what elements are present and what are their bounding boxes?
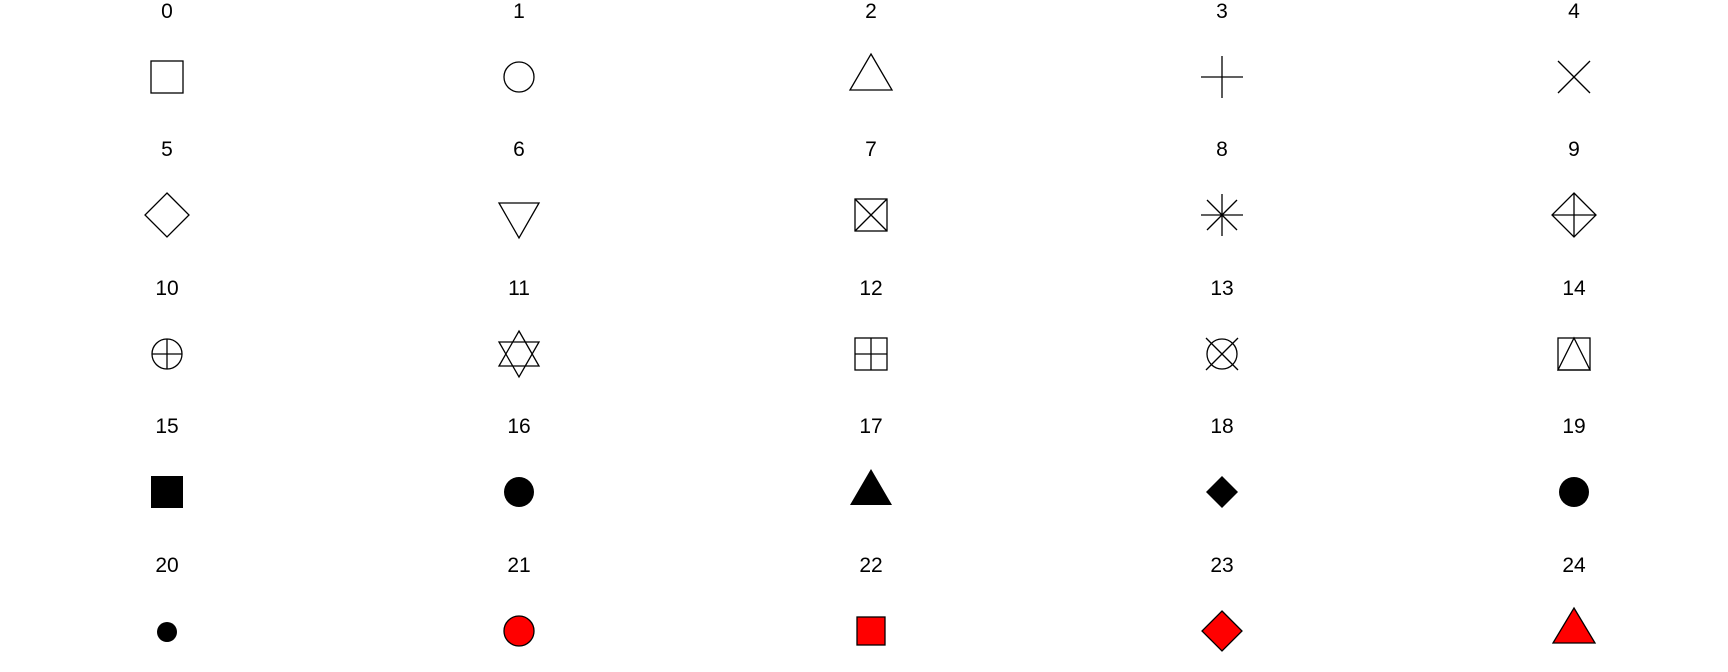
- symbol-cell: 7: [771, 138, 971, 248]
- symbol-cell: 24: [1474, 554, 1674, 664]
- symbol-number-label: 12: [859, 277, 883, 300]
- filled-triangle-up-icon: [850, 469, 892, 505]
- filled-square-icon: [151, 476, 183, 508]
- symbol-number-label: 20: [155, 554, 179, 577]
- symbol-cell: 21: [419, 554, 619, 664]
- symbol-cell: 17: [771, 415, 971, 525]
- symbol-cell: 18: [1122, 415, 1322, 525]
- symbol-number-label: 17: [859, 415, 883, 438]
- open-square-icon: [150, 60, 184, 94]
- square-triangle-icon: [1556, 336, 1592, 371]
- circle-cross-icon: [1205, 337, 1239, 371]
- symbol-cell: 4: [1474, 0, 1674, 110]
- filled-triangle-red-icon: [1551, 606, 1597, 644]
- diamond-plus-icon: [1551, 192, 1597, 238]
- filled-square-red-icon: [856, 616, 886, 646]
- symbol-number-label: 3: [1216, 0, 1228, 23]
- symbol-cell: 0: [67, 0, 267, 110]
- open-diamond-icon: [144, 192, 190, 238]
- symbol-cell: 22: [771, 554, 971, 664]
- square-cross-icon: [854, 198, 888, 232]
- symbol-number-label: 9: [1568, 138, 1580, 161]
- symbol-number-label: 11: [508, 277, 530, 300]
- symbol-number-label: 2: [865, 0, 877, 23]
- open-triangle-up-icon: [848, 52, 894, 91]
- symbol-cell: 23: [1122, 554, 1322, 664]
- symbol-grid: 0 1 2 3 4 5 6 7 8 9 10 11 12 13 14 15 16 17 18 19 20 21 22 23 24: [0, 0, 1728, 672]
- triangles-up-down-icon: [497, 329, 541, 379]
- symbol-number-label: 14: [1562, 277, 1586, 300]
- symbol-number-label: 19: [1562, 415, 1586, 438]
- filled-circle-icon: [504, 477, 534, 507]
- symbol-number-label: 7: [865, 138, 877, 161]
- square-plus-icon: [854, 337, 888, 371]
- symbol-cell: 20: [67, 554, 267, 664]
- symbol-cell: 1: [419, 0, 619, 110]
- small-filled-circle-icon: [157, 622, 177, 642]
- symbol-cell: 9: [1474, 138, 1674, 248]
- symbol-number-label: 13: [1210, 277, 1234, 300]
- symbol-number-label: 18: [1210, 415, 1234, 438]
- symbol-number-label: 1: [513, 0, 525, 23]
- symbol-number-label: 0: [161, 0, 173, 23]
- symbol-cell: 11: [419, 277, 619, 387]
- symbol-cell: 3: [1122, 0, 1322, 110]
- symbol-number-label: 8: [1216, 138, 1228, 161]
- symbol-number-label: 23: [1210, 554, 1234, 577]
- symbol-number-label: 10: [155, 277, 179, 300]
- symbol-number-label: 6: [513, 138, 525, 161]
- symbol-cell: 14: [1474, 277, 1674, 387]
- solid-circle-icon: [1559, 477, 1589, 507]
- symbol-cell: 10: [67, 277, 267, 387]
- cross-icon: [1557, 60, 1591, 94]
- symbol-cell: 8: [1122, 138, 1322, 248]
- open-triangle-down-icon: [497, 202, 541, 240]
- circle-plus-icon: [151, 338, 183, 370]
- symbol-cell: 2: [771, 0, 971, 110]
- symbol-cell: 5: [67, 138, 267, 248]
- symbol-number-label: 4: [1568, 0, 1580, 23]
- symbol-cell: 13: [1122, 277, 1322, 387]
- symbol-cell: 19: [1474, 415, 1674, 525]
- asterisk-icon: [1201, 194, 1243, 236]
- open-circle-icon: [503, 61, 535, 93]
- symbol-number-label: 5: [161, 138, 173, 161]
- symbol-number-label: 21: [507, 554, 531, 577]
- filled-circle-red-icon: [503, 615, 535, 647]
- symbol-number-label: 22: [859, 554, 883, 577]
- symbol-cell: 16: [419, 415, 619, 525]
- symbol-cell: 6: [419, 138, 619, 248]
- filled-diamond-red-icon: [1201, 610, 1243, 652]
- symbol-number-label: 24: [1562, 554, 1586, 577]
- symbol-number-label: 15: [155, 415, 179, 438]
- symbol-cell: 12: [771, 277, 971, 387]
- filled-diamond-small-icon: [1206, 476, 1238, 508]
- plus-icon: [1201, 56, 1243, 98]
- symbol-number-label: 16: [507, 415, 531, 438]
- symbol-cell: 15: [67, 415, 267, 525]
